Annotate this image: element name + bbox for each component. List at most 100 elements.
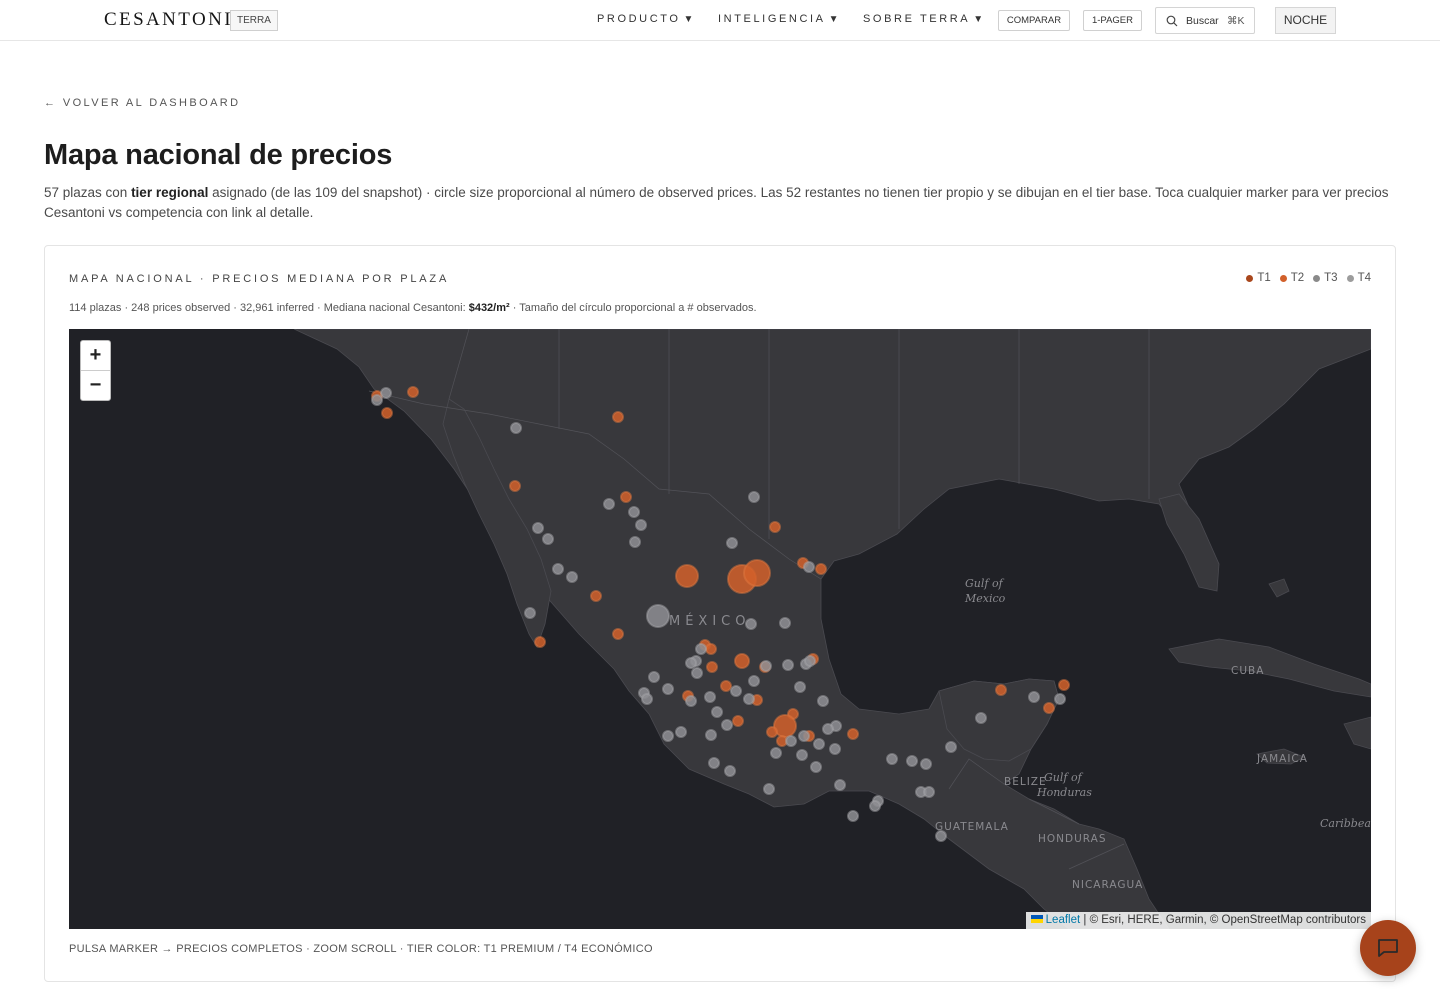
- price-marker-t2[interactable]: [509, 480, 521, 492]
- price-marker-t2[interactable]: [705, 643, 717, 655]
- chat-button[interactable]: [1360, 920, 1416, 976]
- price-marker-t3[interactable]: [779, 617, 791, 629]
- price-marker-t3[interactable]: [763, 783, 775, 795]
- price-marker-t3[interactable]: [920, 758, 932, 770]
- price-marker-t2[interactable]: [612, 411, 624, 423]
- price-marker-t2[interactable]: [847, 728, 859, 740]
- price-marker-t3[interactable]: [691, 667, 703, 679]
- price-marker-t3[interactable]: [813, 738, 825, 750]
- price-marker-t3[interactable]: [829, 743, 841, 755]
- price-marker-t3[interactable]: [380, 387, 392, 399]
- price-marker-t3[interactable]: [945, 741, 957, 753]
- zoom-out-button[interactable]: −: [81, 371, 110, 401]
- label-guatemala: GUATEMALA: [935, 821, 1009, 833]
- price-marker-t2[interactable]: [769, 521, 781, 533]
- nav-sobre-terra[interactable]: SOBRE TERRA ▼: [863, 13, 983, 25]
- price-marker-t3[interactable]: [542, 533, 554, 545]
- price-marker-t3[interactable]: [886, 753, 898, 765]
- price-marker-t2[interactable]: [732, 715, 744, 727]
- price-marker-t3[interactable]: [685, 695, 697, 707]
- price-marker-t2[interactable]: [706, 661, 718, 673]
- price-marker-t3[interactable]: [760, 660, 772, 672]
- price-marker-t1[interactable]: [743, 559, 771, 587]
- price-marker-t3[interactable]: [796, 749, 808, 761]
- price-marker-t3[interactable]: [803, 561, 815, 573]
- price-marker-t3[interactable]: [785, 735, 797, 747]
- price-marker-t3[interactable]: [532, 522, 544, 534]
- price-marker-t2[interactable]: [612, 628, 624, 640]
- price-marker-t2[interactable]: [734, 653, 750, 669]
- price-marker-t3[interactable]: [834, 779, 846, 791]
- price-marker-t3[interactable]: [524, 607, 536, 619]
- price-marker-t3[interactable]: [817, 695, 829, 707]
- price-marker-t3[interactable]: [975, 712, 987, 724]
- price-marker-t3[interactable]: [629, 536, 641, 548]
- price-marker-t2[interactable]: [534, 636, 546, 648]
- price-marker-t3[interactable]: [798, 730, 810, 742]
- price-marker-t3[interactable]: [1028, 691, 1040, 703]
- price-marker-t3[interactable]: [662, 683, 674, 695]
- map-canvas[interactable]: MÉXICO Gulf of Mexico CUBA JAMAICA BELIZ…: [69, 329, 1371, 929]
- price-marker-t3[interactable]: [675, 726, 687, 738]
- one-pager-button[interactable]: 1-PAGER: [1083, 10, 1142, 31]
- nav-inteligencia[interactable]: INTELIGENCIA ▼: [718, 13, 839, 25]
- price-marker-t3[interactable]: [726, 537, 738, 549]
- nav-producto[interactable]: PRODUCTO ▼: [597, 13, 693, 25]
- zoom-in-button[interactable]: +: [81, 341, 110, 371]
- brand-logo[interactable]: CESANTONI: [104, 9, 233, 31]
- price-marker-t3[interactable]: [730, 685, 742, 697]
- price-marker-t3[interactable]: [748, 491, 760, 503]
- theme-toggle-button[interactable]: NOCHE: [1275, 7, 1336, 34]
- price-marker-t3[interactable]: [748, 675, 760, 687]
- price-marker-t3[interactable]: [510, 422, 522, 434]
- price-marker-t3[interactable]: [782, 659, 794, 671]
- price-marker-t3[interactable]: [804, 655, 816, 667]
- price-marker-t3[interactable]: [810, 761, 822, 773]
- price-marker-t2[interactable]: [815, 563, 827, 575]
- price-marker-t3[interactable]: [695, 643, 707, 655]
- price-marker-t3[interactable]: [721, 719, 733, 731]
- price-map[interactable]: MÉXICO Gulf of Mexico CUBA JAMAICA BELIZ…: [69, 329, 1371, 929]
- price-marker-t3[interactable]: [906, 755, 918, 767]
- price-marker-t3[interactable]: [704, 691, 716, 703]
- price-marker-t2[interactable]: [590, 590, 602, 602]
- leaflet-link[interactable]: Leaflet: [1046, 914, 1081, 926]
- compare-button[interactable]: COMPARAR: [998, 10, 1070, 31]
- price-marker-t3[interactable]: [745, 618, 757, 630]
- price-marker-t3[interactable]: [628, 506, 640, 518]
- price-marker-t3[interactable]: [923, 786, 935, 798]
- price-marker-t2[interactable]: [1043, 702, 1055, 714]
- price-marker-t3[interactable]: [566, 571, 578, 583]
- price-marker-t3[interactable]: [371, 394, 383, 406]
- price-marker-t1[interactable]: [675, 564, 699, 588]
- price-marker-t3[interactable]: [935, 830, 947, 842]
- price-marker-t2[interactable]: [381, 407, 393, 419]
- price-marker-t2[interactable]: [620, 491, 632, 503]
- price-marker-t3[interactable]: [847, 810, 859, 822]
- price-marker-t2[interactable]: [720, 680, 732, 692]
- price-marker-t3[interactable]: [641, 693, 653, 705]
- price-marker-t3[interactable]: [869, 800, 881, 812]
- price-marker-t2[interactable]: [766, 726, 778, 738]
- price-marker-t3[interactable]: [646, 604, 670, 628]
- price-marker-t3[interactable]: [822, 723, 834, 735]
- price-marker-t3[interactable]: [708, 757, 720, 769]
- price-marker-t3[interactable]: [743, 693, 755, 705]
- price-marker-t3[interactable]: [711, 706, 723, 718]
- price-marker-t3[interactable]: [794, 681, 806, 693]
- price-marker-t3[interactable]: [648, 671, 660, 683]
- search-button[interactable]: Buscar ⌘K: [1155, 7, 1255, 34]
- price-marker-t3[interactable]: [662, 730, 674, 742]
- price-marker-t2[interactable]: [995, 684, 1007, 696]
- price-marker-t2[interactable]: [407, 386, 419, 398]
- price-marker-t2[interactable]: [1058, 679, 1070, 691]
- price-marker-t3[interactable]: [724, 765, 736, 777]
- price-marker-t3[interactable]: [1054, 693, 1066, 705]
- back-to-dashboard-link[interactable]: ← VOLVER AL DASHBOARD: [44, 97, 241, 109]
- price-marker-t3[interactable]: [685, 657, 697, 669]
- price-marker-t3[interactable]: [552, 563, 564, 575]
- price-marker-t3[interactable]: [770, 747, 782, 759]
- price-marker-t3[interactable]: [603, 498, 615, 510]
- price-marker-t3[interactable]: [635, 519, 647, 531]
- price-marker-t3[interactable]: [705, 729, 717, 741]
